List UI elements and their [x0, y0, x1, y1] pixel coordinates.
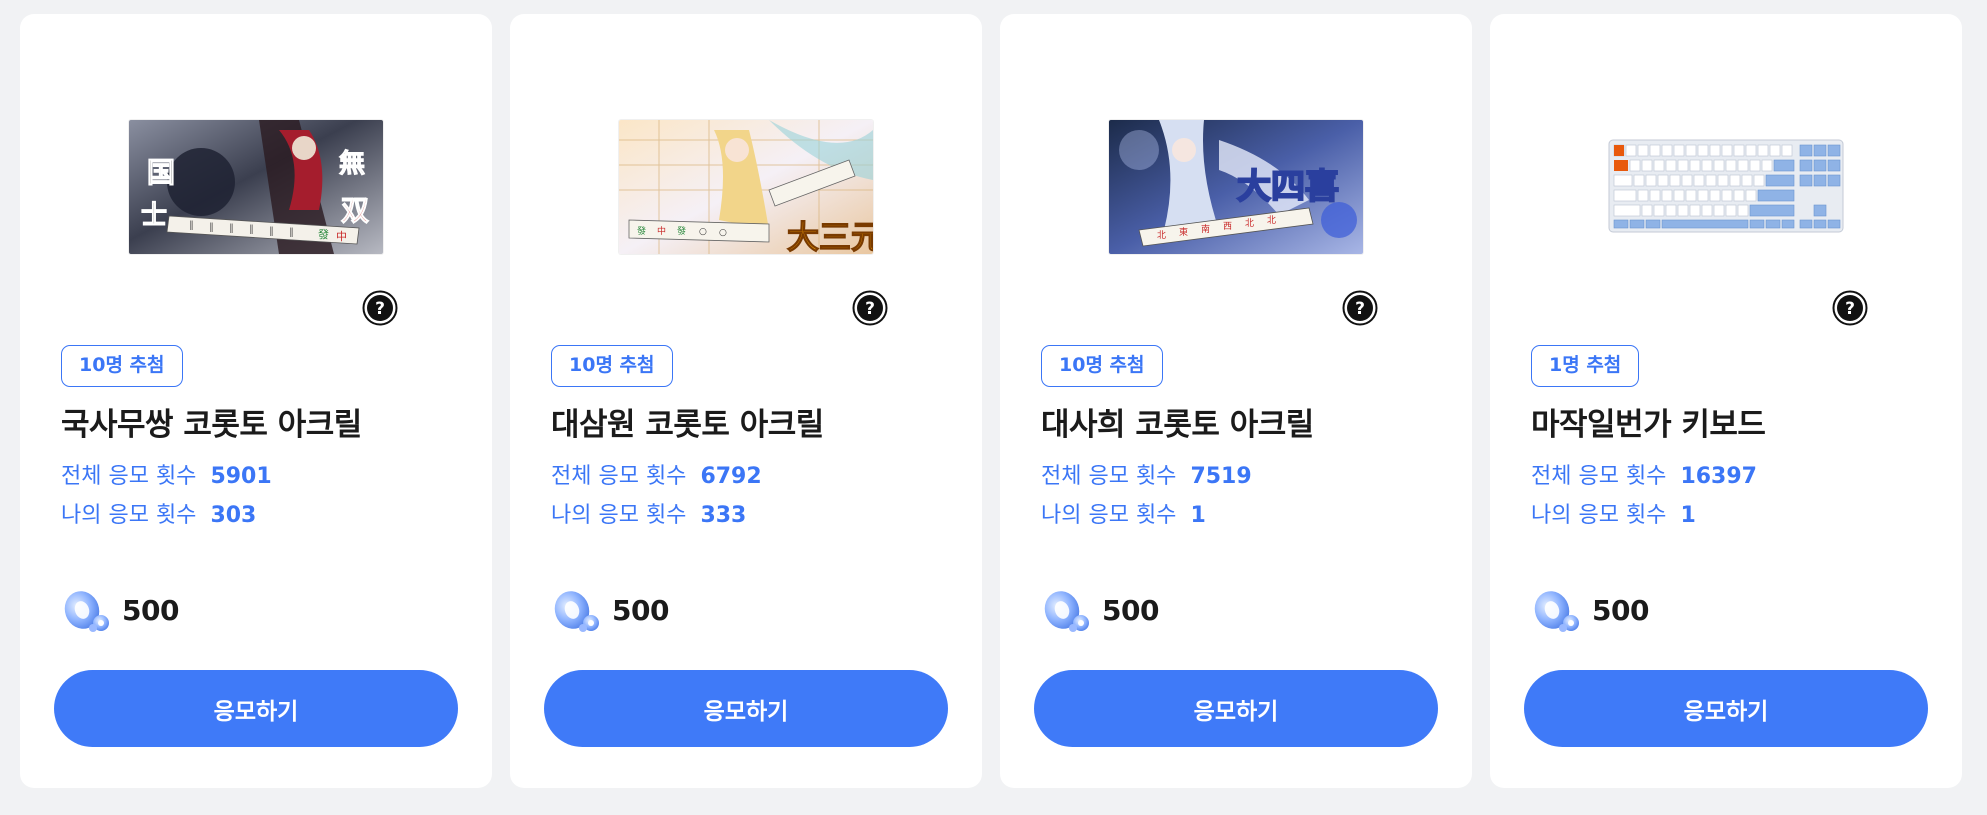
- product-title: 국사무쌍 코롯토 아크릴: [61, 407, 362, 443]
- entry-cost: 500: [60, 584, 179, 636]
- winner-count-badge: 10명 추첨: [1041, 345, 1163, 387]
- total-entries: 전체 응모 횟수 6792: [551, 458, 762, 490]
- entry-cost: 500: [1040, 584, 1159, 636]
- winner-count-badge: 10명 추첨: [61, 345, 183, 387]
- svg-text:南: 南: [1201, 223, 1210, 235]
- svg-text:發: 發: [637, 225, 646, 237]
- apply-button[interactable]: 응모하기: [1034, 670, 1438, 747]
- product-image: 發中 發 ○ ○ 大三元: [619, 120, 873, 254]
- svg-text:士: 士: [141, 201, 167, 231]
- total-entries: 전체 응모 횟수 5901: [61, 458, 272, 490]
- svg-text:北: 北: [1267, 215, 1276, 226]
- total-entries-value: 5901: [210, 464, 272, 489]
- product-image: 北東南 西北北 大四喜: [1109, 120, 1363, 254]
- svg-text:║: ║: [209, 222, 214, 232]
- cost-amount: 500: [1102, 593, 1159, 627]
- svg-text:○: ○: [719, 228, 727, 238]
- svg-text:?: ?: [1355, 299, 1365, 319]
- blue-coin-icon: [1040, 584, 1096, 636]
- svg-text:双: 双: [341, 194, 369, 227]
- my-entries-value: 333: [700, 503, 747, 528]
- svg-text:║: ║: [249, 224, 254, 234]
- product-image: ║ ║ ║ ║ ║ ║ 發 中 国 士 無 双: [129, 120, 383, 254]
- blue-coin-icon: [60, 584, 116, 636]
- svg-text:發: 發: [677, 225, 686, 237]
- blue-coin-icon: [1530, 584, 1586, 636]
- entry-cost: 500: [1530, 584, 1649, 636]
- entry-cost: 500: [550, 584, 669, 636]
- svg-text:║: ║: [229, 223, 234, 233]
- total-entries-value: 16397: [1680, 464, 1757, 489]
- winner-count-badge: 1명 추첨: [1531, 345, 1640, 387]
- my-entries-value: 1: [1680, 503, 1696, 528]
- question-circle-icon[interactable]: ?: [1342, 290, 1378, 326]
- total-entries-value: 7519: [1190, 464, 1252, 489]
- svg-text:中: 中: [336, 230, 347, 243]
- svg-text:發: 發: [318, 227, 329, 241]
- total-entries: 전체 응모 횟수 16397: [1531, 458, 1757, 490]
- raffle-card: 北東南 西北北 大四喜 ? 10명 추첨 대사희 코롯토 아크릴 전체 응모 횟…: [1000, 14, 1472, 788]
- total-entries-label: 전체 응모 횟수: [1531, 464, 1667, 489]
- raffle-card: 發中 發 ○ ○ 大三元 ? 10명 추첨 대삼원 코롯토 아크릴 전체 응모 횟수…: [510, 14, 982, 788]
- svg-text:║: ║: [269, 226, 274, 236]
- total-entries-label: 전체 응모 횟수: [1041, 464, 1177, 489]
- svg-text:西: 西: [1223, 221, 1232, 232]
- total-entries-label: 전체 응모 횟수: [61, 464, 197, 489]
- raffle-card-grid: ║ ║ ║ ║ ║ ║ 發 中 国 士 無 双 ? 10명 추첨 국사무쌍 코롯토 아크…: [20, 14, 1962, 788]
- blue-coin-icon: [550, 584, 606, 636]
- cost-amount: 500: [612, 593, 669, 627]
- apply-button[interactable]: 응모하기: [1524, 670, 1928, 747]
- svg-text:大三元: 大三元: [787, 218, 873, 254]
- raffle-card: ? 1명 추첨 마작일번가 키보드 전체 응모 횟수 16397 나의 응모 횟수…: [1490, 14, 1962, 788]
- svg-text:国: 国: [147, 156, 175, 189]
- svg-text:中: 中: [657, 225, 666, 237]
- svg-text:║: ║: [289, 227, 294, 237]
- my-entries: 나의 응모 횟수 303: [61, 497, 256, 529]
- my-entries: 나의 응모 횟수 1: [1041, 497, 1206, 529]
- question-circle-icon[interactable]: ?: [1832, 290, 1868, 326]
- my-entries-label: 나의 응모 횟수: [551, 503, 687, 528]
- winner-count-badge: 10명 추첨: [551, 345, 673, 387]
- product-title: 대사희 코롯토 아크릴: [1041, 407, 1314, 443]
- product-title: 마작일번가 키보드: [1531, 407, 1766, 443]
- apply-button[interactable]: 응모하기: [54, 670, 458, 747]
- svg-text:?: ?: [375, 299, 385, 319]
- apply-button[interactable]: 응모하기: [544, 670, 948, 747]
- svg-text:?: ?: [1845, 299, 1855, 319]
- my-entries: 나의 응모 횟수 1: [1531, 497, 1696, 529]
- total-entries: 전체 응모 횟수 7519: [1041, 458, 1252, 490]
- raffle-card: ║ ║ ║ ║ ║ ║ 發 中 国 士 無 双 ? 10명 추첨 국사무쌍 코롯토 아크…: [20, 14, 492, 788]
- my-entries-label: 나의 응모 횟수: [61, 503, 197, 528]
- cost-amount: 500: [1592, 593, 1649, 627]
- question-circle-icon[interactable]: ?: [852, 290, 888, 326]
- total-entries-value: 6792: [700, 464, 762, 489]
- my-entries: 나의 응모 횟수 333: [551, 497, 746, 529]
- my-entries-label: 나의 응모 횟수: [1041, 503, 1177, 528]
- svg-text:無: 無: [339, 149, 365, 179]
- svg-text:?: ?: [865, 299, 875, 319]
- product-image: [1599, 120, 1853, 254]
- my-entries-value: 303: [210, 503, 257, 528]
- svg-text:○: ○: [699, 227, 707, 237]
- svg-text:北: 北: [1157, 230, 1166, 241]
- question-circle-icon[interactable]: ?: [362, 290, 398, 326]
- svg-text:北: 北: [1245, 218, 1254, 229]
- my-entries-label: 나의 응모 횟수: [1531, 503, 1667, 528]
- total-entries-label: 전체 응모 횟수: [551, 464, 687, 489]
- product-title: 대삼원 코롯토 아크릴: [551, 407, 824, 443]
- cost-amount: 500: [122, 593, 179, 627]
- svg-text:大四喜: 大四喜: [1237, 167, 1339, 207]
- svg-text:║: ║: [189, 220, 194, 230]
- svg-text:東: 東: [1179, 226, 1188, 238]
- my-entries-value: 1: [1190, 503, 1206, 528]
